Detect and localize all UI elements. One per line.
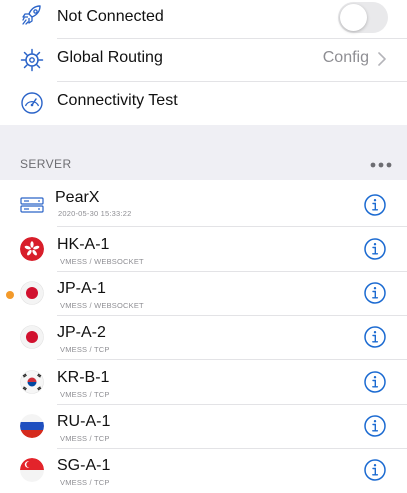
ellipsis-icon[interactable] <box>370 162 392 168</box>
chevron-right-icon <box>378 52 386 66</box>
server-row[interactable]: PearX 2020-05-30 15:33:22 <box>0 184 407 228</box>
server-subtitle: VMESS / TCP <box>60 390 110 399</box>
global-routing-label: Global Routing <box>57 49 163 66</box>
server-row[interactable]: RU-A-1 VMESS / TCP <box>0 405 407 449</box>
routing-config-value: Config <box>322 49 369 66</box>
server-row[interactable]: JP-A-2 VMESS / TCP <box>0 316 407 360</box>
server-row[interactable]: KR-B-1 VMESS / TCP <box>0 361 407 405</box>
server-rack-icon <box>20 197 44 213</box>
section-gap <box>0 125 407 180</box>
server-name: JP-A-1 <box>57 280 106 297</box>
divider <box>57 359 407 360</box>
japan-flag-icon <box>20 325 44 349</box>
russia-flag-icon <box>20 414 44 438</box>
server-name: RU-A-1 <box>57 413 111 430</box>
connectivity-test-label: Connectivity Test <box>57 92 178 109</box>
south-korea-flag-icon <box>20 370 44 394</box>
server-name: KR-B-1 <box>57 369 110 386</box>
speedometer-icon <box>21 92 43 114</box>
server-name: SG-A-1 <box>57 457 111 474</box>
info-icon[interactable] <box>364 238 386 260</box>
server-subtitle: VMESS / WEBSOCKET <box>60 257 144 266</box>
connection-toggle[interactable] <box>338 2 388 33</box>
connection-status-label: Not Connected <box>57 8 164 25</box>
server-row[interactable]: JP-A-1 VMESS / WEBSOCKET <box>0 272 407 316</box>
server-subtitle: VMESS / TCP <box>60 434 110 443</box>
info-icon[interactable] <box>364 415 386 437</box>
rocket-icon <box>22 5 41 25</box>
server-name: HK-A-1 <box>57 236 110 253</box>
japan-flag-icon <box>20 281 44 305</box>
helm-icon <box>20 48 44 72</box>
info-icon[interactable] <box>364 371 386 393</box>
info-icon[interactable] <box>364 459 386 481</box>
server-section-header: SERVER <box>20 157 72 171</box>
divider <box>57 226 407 227</box>
server-row[interactable]: HK-A-1 VMESS / WEBSOCKET <box>0 228 407 272</box>
info-icon[interactable] <box>364 282 386 304</box>
server-row[interactable]: SG-A-1 VMESS / TCP <box>0 449 407 493</box>
toggle-knob <box>340 4 367 31</box>
server-subtitle: VMESS / TCP <box>60 478 110 487</box>
server-subtitle: VMESS / WEBSOCKET <box>60 301 144 310</box>
info-icon[interactable] <box>364 326 386 348</box>
server-name: PearX <box>55 189 100 206</box>
singapore-flag-icon <box>20 458 44 482</box>
info-icon[interactable] <box>364 194 386 216</box>
connection-row: Not Connected <box>0 0 407 43</box>
connectivity-test-row[interactable]: Connectivity Test <box>0 82 407 125</box>
global-routing-row[interactable]: Global Routing Config <box>0 39 407 82</box>
server-subtitle: 2020-05-30 15:33:22 <box>58 209 132 218</box>
active-indicator <box>6 291 14 299</box>
server-name: JP-A-2 <box>57 324 106 341</box>
settings-group: Not Connected Global Routing Config Conn… <box>0 0 407 125</box>
server-subtitle: VMESS / TCP <box>60 345 110 354</box>
hong-kong-flag-icon <box>20 237 44 261</box>
